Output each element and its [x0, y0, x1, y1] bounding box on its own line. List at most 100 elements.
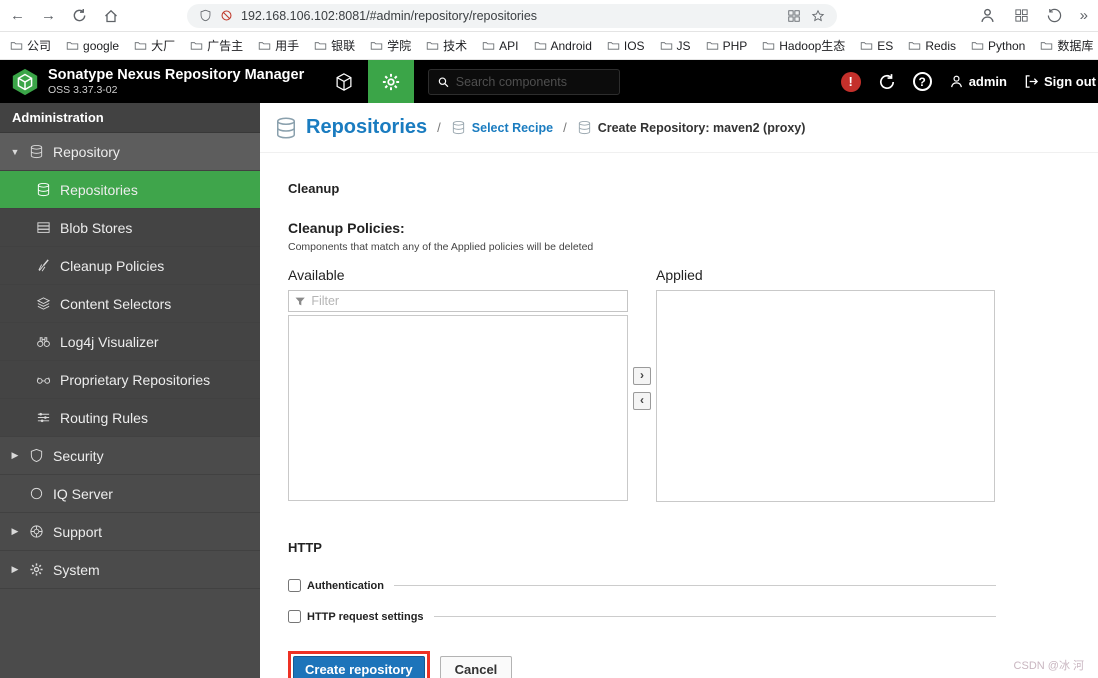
bookmark-folder[interactable]: 学院	[370, 37, 411, 54]
forward-icon[interactable]: →	[41, 7, 56, 24]
bookmark-label: API	[499, 39, 518, 53]
sidebar-item-repository[interactable]: ▼ Repository	[0, 133, 260, 171]
permissions-blocked-icon[interactable]	[220, 9, 233, 22]
bookmark-folder[interactable]: 用手	[258, 37, 299, 54]
bookmark-label: 广告主	[207, 37, 243, 54]
bookmark-label: Python	[988, 39, 1025, 53]
shield-icon	[29, 448, 44, 463]
sidebar-item-system[interactable]: ▶ System	[0, 551, 260, 589]
folder-icon	[1040, 39, 1053, 52]
sign-out-label: Sign out	[1044, 74, 1096, 89]
bookmark-label: JS	[677, 39, 691, 53]
home-icon[interactable]	[103, 8, 119, 24]
breadcrumb-root[interactable]: Repositories	[274, 116, 427, 140]
http-request-settings-label: HTTP request settings	[307, 611, 424, 623]
sign-out-button[interactable]: Sign out	[1024, 74, 1098, 89]
bookmark-folder[interactable]: 大厂	[134, 37, 175, 54]
qr-code-icon[interactable]	[787, 9, 801, 23]
bookmark-folder[interactable]: Redis	[908, 39, 956, 53]
refresh-icon[interactable]	[878, 73, 896, 91]
bookmark-folder[interactable]: Python	[971, 39, 1025, 53]
sidebar-header: Administration	[0, 103, 260, 133]
admin-mode-tab[interactable]	[368, 60, 414, 103]
browse-mode-icon[interactable]	[334, 72, 354, 92]
cancel-button[interactable]: Cancel	[440, 656, 513, 678]
reload-icon[interactable]	[72, 8, 87, 23]
cleanup-policies-picker: Available › ‹ Applied	[288, 267, 996, 502]
authentication-checkbox[interactable]	[288, 579, 301, 592]
sidebar-item-label: Proprietary Repositories	[60, 372, 210, 388]
bookmark-folder[interactable]: Android	[534, 39, 592, 53]
bookmark-folder[interactable]: 广告主	[190, 37, 243, 54]
breadcrumb-select-recipe[interactable]: Select Recipe	[451, 120, 553, 135]
caret-right-icon[interactable]: ▶	[10, 526, 20, 537]
applied-label: Applied	[656, 267, 995, 283]
sidebar-item-repositories[interactable]: Repositories	[0, 171, 260, 209]
folder-icon	[426, 39, 439, 52]
cleanup-policies-label: Cleanup Policies:	[288, 220, 996, 236]
cleanup-policies-help: Components that match any of the Applied…	[288, 241, 996, 253]
hard-drive-icon	[36, 220, 51, 235]
bookmark-folder[interactable]: IOS	[607, 39, 645, 53]
caret-right-icon[interactable]: ▶	[10, 450, 20, 461]
filter-input[interactable]	[311, 294, 622, 308]
site-security-shield-icon[interactable]	[199, 9, 212, 22]
database-icon	[577, 120, 592, 135]
page-title: Repositories	[306, 116, 427, 139]
component-search[interactable]	[428, 69, 620, 95]
extensions-icon[interactable]	[1014, 8, 1029, 23]
bookmark-label: Android	[551, 39, 592, 53]
folder-icon	[534, 39, 547, 52]
move-right-button[interactable]: ›	[633, 367, 651, 385]
database-icon	[29, 144, 44, 159]
bookmark-folder[interactable]: 公司	[10, 37, 51, 54]
sidebar-item-proprietary-repositories[interactable]: Proprietary Repositories	[0, 361, 260, 399]
available-policies-list[interactable]	[288, 315, 628, 501]
back-icon[interactable]: ←	[10, 7, 25, 24]
history-icon[interactable]	[1047, 8, 1062, 23]
sidebar-item-security[interactable]: ▶ Security	[0, 437, 260, 475]
bookmark-folder[interactable]: 技术	[426, 37, 467, 54]
sidebar-item-support[interactable]: ▶ Support	[0, 513, 260, 551]
bookmark-folder[interactable]: 银联	[314, 37, 355, 54]
help-icon[interactable]: ?	[913, 72, 932, 91]
search-input[interactable]	[456, 75, 611, 89]
bookmark-star-icon[interactable]	[811, 9, 825, 23]
toolbar-overflow-icon[interactable]: »	[1080, 7, 1088, 24]
applied-policies-list[interactable]	[656, 290, 995, 502]
app-title-block: Sonatype Nexus Repository Manager OSS 3.…	[48, 67, 304, 96]
breadcrumb-current: Create Repository: maven2 (proxy)	[577, 120, 806, 135]
cleanup-section-heading: Cleanup	[288, 181, 996, 196]
folder-icon	[258, 39, 271, 52]
address-bar[interactable]: 192.168.106.102:8081/#admin/repository/r…	[187, 4, 837, 28]
url-text[interactable]: 192.168.106.102:8081/#admin/repository/r…	[241, 9, 779, 23]
bookmark-folder[interactable]: API	[482, 39, 518, 53]
life-ring-icon	[29, 524, 44, 539]
health-error-badge[interactable]: !	[841, 72, 861, 92]
caret-right-icon[interactable]: ▶	[10, 564, 20, 575]
bookmark-folder[interactable]: JS	[660, 39, 691, 53]
sidebar-item-blob-stores[interactable]: Blob Stores	[0, 209, 260, 247]
folder-icon	[660, 39, 673, 52]
sidebar-item-log4j-visualizer[interactable]: Log4j Visualizer	[0, 323, 260, 361]
bookmark-folder[interactable]: PHP	[706, 39, 748, 53]
bookmark-folder[interactable]: ES	[860, 39, 893, 53]
move-left-button[interactable]: ‹	[633, 392, 651, 410]
bookmark-folder[interactable]: google	[66, 39, 119, 53]
profile-icon[interactable]	[979, 7, 996, 24]
sidebar-item-routing-rules[interactable]: Routing Rules	[0, 399, 260, 437]
breadcrumb-separator: /	[563, 120, 567, 135]
sidebar-item-content-selectors[interactable]: Content Selectors	[0, 285, 260, 323]
available-filter[interactable]	[288, 290, 628, 312]
bookmark-folder[interactable]: Hadoop生态	[762, 37, 845, 54]
sidebar-item-cleanup-policies[interactable]: Cleanup Policies	[0, 247, 260, 285]
bookmark-label: 数据库	[1057, 37, 1093, 54]
create-repository-button[interactable]: Create repository	[293, 656, 425, 678]
sidebar-item-iq-server[interactable]: IQ Server	[0, 475, 260, 513]
bookmark-label: 用手	[275, 37, 299, 54]
current-user[interactable]: admin	[949, 74, 1007, 89]
bookmark-folder[interactable]: 数据库	[1040, 37, 1093, 54]
http-request-settings-checkbox[interactable]	[288, 610, 301, 623]
bookmark-label: ES	[877, 39, 893, 53]
caret-down-icon[interactable]: ▼	[10, 147, 20, 157]
